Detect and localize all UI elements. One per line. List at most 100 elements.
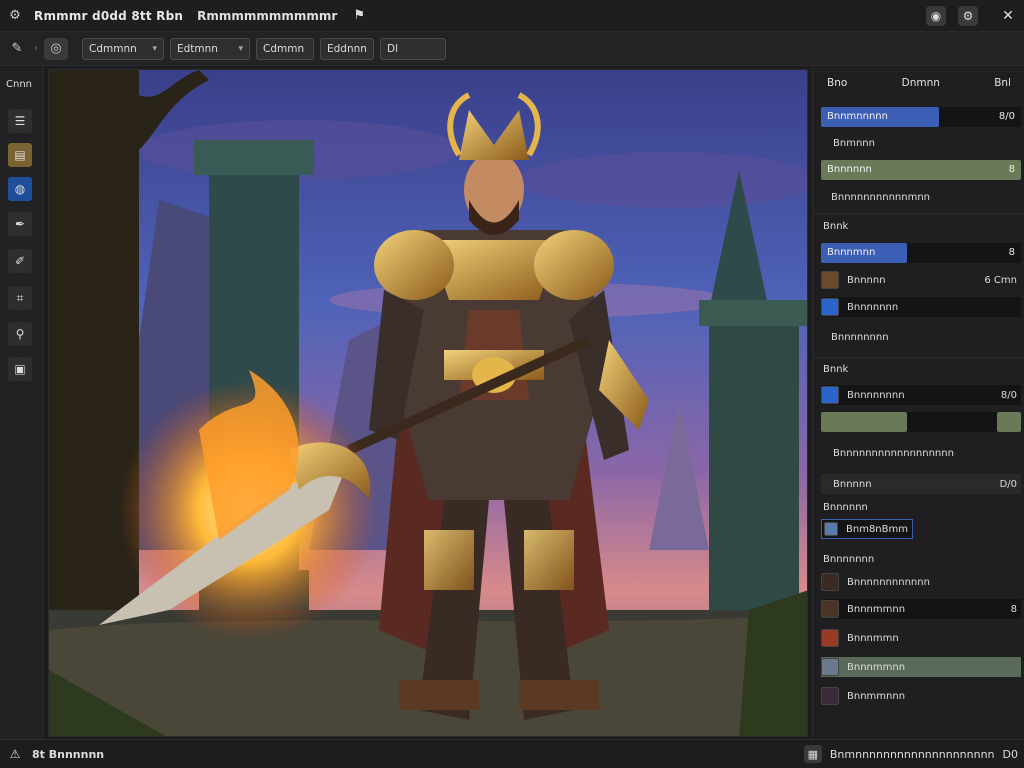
- tab-2[interactable]: Dnmnn: [902, 77, 940, 89]
- field-2-label: Bnm8nBmm: [846, 523, 908, 535]
- select-4-label: Eddnnn: [327, 42, 367, 55]
- slider-2-row[interactable]: Bnnnnnnnn 8/0: [821, 385, 1021, 405]
- select-1-label: Cdmmnn: [89, 42, 137, 55]
- pencil-icon[interactable]: ✐: [8, 249, 32, 273]
- list-item-label: Bnnnmmnn: [847, 603, 906, 615]
- row-4-label: Bnnnnnnnn: [831, 331, 889, 343]
- swatch-1[interactable]: [821, 271, 839, 289]
- row-5-label: Bnnnnnnnnnnnnnnnnnn: [833, 447, 954, 459]
- list-swatch: [821, 629, 839, 647]
- select-4[interactable]: Eddnnn: [320, 37, 374, 60]
- list-item-value: 8: [1010, 603, 1017, 615]
- panel-tabs: Bno Dnmnn Bnl: [813, 67, 1024, 99]
- row-2-value: 8: [1008, 164, 1015, 175]
- section-1-header: Bnnk: [823, 221, 849, 232]
- section-4-header: Bnnnnnnn: [823, 554, 875, 565]
- status-right-value: D0: [1002, 747, 1018, 761]
- status-right-text: Bnmnnnnnnnnnnnnnnnnnnnn: [829, 747, 995, 761]
- panel-row-5[interactable]: Bnnnnnnnnnnnnnnnnnn: [821, 443, 1021, 463]
- slider-1[interactable]: Bnnnmnn 8: [821, 243, 1021, 263]
- swatch-2-label: Bnnnnnnn: [847, 301, 899, 313]
- slider-1-value: 8: [1008, 247, 1015, 258]
- list-item[interactable]: Bnnnmmnn: [821, 657, 1021, 677]
- list-swatch: [821, 687, 839, 705]
- swatch-row-1[interactable]: Bnnnnn 6 Cmn: [821, 270, 1021, 290]
- row-2-label: Bnnnnnn: [827, 164, 872, 175]
- chevron-down-icon: ▾: [238, 43, 243, 54]
- panel-row-3[interactable]: Bnnnnnnnnnnnmnn: [821, 187, 1021, 207]
- canvas[interactable]: [48, 69, 808, 737]
- select-2[interactable]: Edtmnn ▾: [170, 37, 250, 60]
- field-1-row[interactable]: Bnnnnn D/0: [821, 474, 1021, 494]
- list-swatch: [821, 573, 839, 591]
- toolbar: ✎ ‹ ◎ Cdmmnn ▾ Edtmnn ▾ Cdmmn Eddnnn Dl: [0, 32, 1024, 66]
- list-item-label: Bnnnmmn: [847, 632, 899, 644]
- tab-3[interactable]: Bnl: [994, 77, 1011, 89]
- grid-icon[interactable]: ▦: [803, 745, 822, 763]
- field-2-row[interactable]: Bnm8nBmm: [821, 519, 913, 539]
- layers-icon[interactable]: ☰: [8, 109, 32, 133]
- field-1-label: Bnnnnn: [833, 478, 872, 490]
- chevron-down-icon: ▾: [152, 43, 157, 54]
- layer-value: 8/0: [998, 111, 1015, 122]
- slider-2-value: 8/0: [1000, 389, 1017, 401]
- warning-icon[interactable]: ⚠: [6, 745, 24, 763]
- panel-row-1[interactable]: Bnmnnn: [821, 133, 1021, 153]
- list-item-label: Bnnnmmnn: [847, 661, 906, 673]
- close-icon[interactable]: ✕: [998, 6, 1018, 26]
- layer-opacity-bar[interactable]: Bnnmnnnnn 8/0: [821, 107, 1021, 127]
- divider: [813, 213, 1024, 214]
- list-item-label: Bnnnnnnnnnnnn: [847, 576, 930, 588]
- gear-icon[interactable]: ⚙: [6, 7, 24, 25]
- slider-1-label: Bnnnmnn: [827, 247, 876, 258]
- status-left-text: 8t Bnnnnnn: [32, 747, 105, 761]
- pen-icon[interactable]: ✒: [8, 212, 32, 236]
- tab-1[interactable]: Bno: [827, 77, 847, 89]
- brush-tool-icon[interactable]: ⚲: [8, 322, 32, 346]
- slider-3-fill: [821, 412, 907, 432]
- artwork: [49, 70, 807, 736]
- camera-icon[interactable]: ◉: [926, 5, 946, 26]
- blend-bar[interactable]: Bnnnnnn 8: [821, 160, 1021, 180]
- section-2-header: Bnnk: [823, 364, 849, 375]
- stamp-icon[interactable]: ▣: [8, 357, 32, 381]
- brush-icon[interactable]: ✎: [6, 38, 28, 60]
- row-1-label: Bnmnnn: [833, 137, 875, 149]
- list-item[interactable]: Bnnmmnnn: [821, 686, 1021, 706]
- folder-icon[interactable]: ▤: [8, 143, 32, 167]
- select-3[interactable]: Cdmmn: [256, 37, 314, 60]
- swatch-2[interactable]: [821, 298, 839, 316]
- globe-icon[interactable]: ◍: [8, 177, 32, 201]
- swatch-4[interactable]: [824, 522, 838, 536]
- swatch-1-label: Bnnnnn: [847, 274, 886, 286]
- list-item[interactable]: Bnnnmmn: [821, 628, 1021, 648]
- window-title: Rmmmr d0dd 8tt Rbn: [34, 8, 184, 23]
- panel-row-4[interactable]: Bnnnnnnnn: [821, 327, 1021, 347]
- tool-column: Cnnn ☰ ▤ ◍ ✒ ✐ ⌗ ⚲ ▣: [0, 67, 44, 739]
- status-bar: ⚠ 8t Bnnnnnn ▦ Bnmnnnnnnnnnnnnnnnnnnnn D…: [0, 739, 1024, 768]
- select-2-label: Edtmnn: [177, 42, 218, 55]
- properties-panel: Bno Dnmnn Bnl Bnnmnnnnn 8/0 Bnmnnn Bnnnn…: [812, 67, 1024, 739]
- row-3-label: Bnnnnnnnnnnnmnn: [831, 191, 930, 203]
- window-subtitle: Rmmmmmmmmmmr: [197, 8, 338, 23]
- section-3-header: Bnnnnnn: [823, 502, 868, 513]
- slider-2-label: Bnnnnnnnn: [847, 389, 905, 401]
- field-1-value: D/0: [999, 478, 1017, 490]
- select-1[interactable]: Cdmmnn ▾: [82, 37, 164, 60]
- divider: [813, 357, 1024, 358]
- select-3-label: Cdmmn: [263, 42, 305, 55]
- select-5[interactable]: Dl: [380, 37, 446, 60]
- list-item-label: Bnnmmnnn: [847, 690, 906, 702]
- list-item[interactable]: Bnnnmmnn 8: [821, 599, 1021, 619]
- swatch-row-2[interactable]: Bnnnnnnn: [821, 297, 1021, 317]
- swatch-3[interactable]: [821, 386, 839, 404]
- eye-icon[interactable]: ◎: [44, 37, 68, 60]
- layer-name: Bnnmnnnnn: [827, 111, 888, 122]
- settings-icon[interactable]: ⚙: [958, 5, 978, 26]
- list-swatch: [821, 658, 839, 676]
- select-5-label: Dl: [387, 42, 399, 55]
- crop-icon[interactable]: ⌗: [8, 286, 32, 310]
- slider-3[interactable]: [821, 412, 1021, 432]
- list-item[interactable]: Bnnnnnnnnnnnn: [821, 572, 1021, 592]
- flag-icon[interactable]: ⚑: [351, 8, 367, 24]
